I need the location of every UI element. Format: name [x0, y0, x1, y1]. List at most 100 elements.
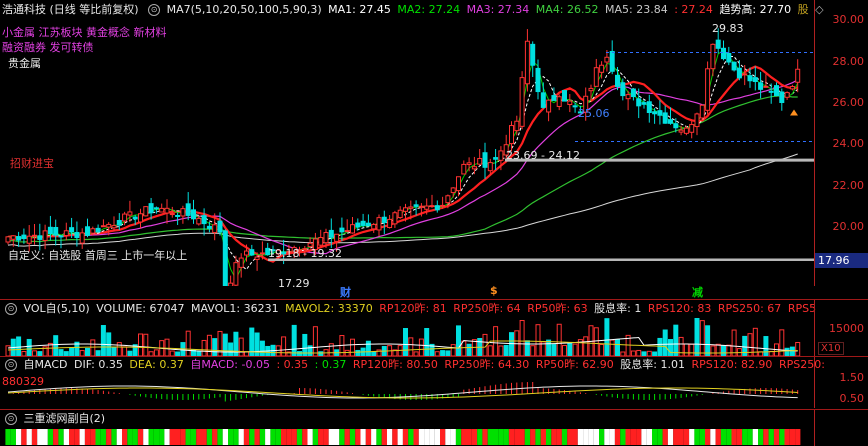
- filter-cell: [371, 429, 377, 445]
- filter-cell: [334, 429, 340, 445]
- candle-body: [434, 205, 440, 211]
- triple-filter-chart: [5, 429, 801, 445]
- macd-chart[interactable]: [0, 358, 814, 408]
- candle-body: [222, 230, 228, 286]
- ma-indicator-name[interactable]: MA7(5,10,20,50,100,5,90,3): [167, 3, 322, 16]
- filter-cell: [10, 429, 16, 445]
- volume-value: VOLUME: 67047: [96, 302, 185, 315]
- mid-price-tag: 25.06: [578, 107, 610, 120]
- filter-cell: [270, 429, 276, 445]
- candle-body: [238, 257, 244, 268]
- filter-cell: [100, 429, 107, 445]
- candle-body: [100, 225, 106, 228]
- candle-body: [111, 225, 117, 229]
- filter-cell: [212, 429, 218, 445]
- mavol2-value: MAVOL2: 33370: [285, 302, 373, 315]
- ma3-value: MA3: 27.34: [466, 3, 530, 16]
- candle-body: [418, 205, 424, 208]
- candle-body: [572, 105, 578, 108]
- settings-circle-icon[interactable]: ⊙: [148, 4, 161, 16]
- rp50-value: RP50昨: 63: [527, 302, 588, 315]
- candle-body: [408, 206, 414, 209]
- dividend-yield: 股息率: 1: [594, 302, 642, 315]
- volume-bar: [291, 324, 297, 356]
- filter-cell: [63, 429, 69, 445]
- candle-body: [63, 230, 69, 237]
- rps5-value: RPS5: [787, 302, 817, 315]
- triple-settings-icon[interactable]: ⊙: [5, 413, 17, 425]
- volume-bar: [111, 346, 117, 356]
- volume-bar: [715, 343, 721, 356]
- filter-cell: [312, 429, 319, 445]
- ma5-value: MA5: 23.84: [605, 3, 668, 16]
- filter-cell: [47, 429, 54, 445]
- event-dividend[interactable]: $: [490, 284, 498, 297]
- candle-body: [689, 124, 695, 133]
- candle-body: [106, 223, 112, 228]
- filter-cell: [482, 429, 488, 445]
- candle-body: [360, 220, 366, 226]
- filter-cell: [74, 429, 80, 445]
- ma6-value: : 27.24: [674, 3, 713, 16]
- candle-body: [381, 216, 387, 223]
- stock-title[interactable]: 浩通科技 (日线 等比前复权): [2, 3, 139, 16]
- filter-cell: [164, 429, 170, 445]
- filter-cell: [620, 429, 626, 445]
- volume-bar: [562, 344, 567, 356]
- volume-chart[interactable]: [0, 318, 814, 356]
- filter-cell: [228, 429, 234, 445]
- volume-bar: [699, 320, 705, 356]
- candle-body: [652, 111, 658, 115]
- volume-bar: [524, 340, 530, 356]
- low-price-label: 17.29: [278, 277, 310, 290]
- volume-bar: [450, 344, 456, 356]
- candle-body: [789, 86, 795, 90]
- price-chart[interactable]: [0, 18, 814, 286]
- ma3-line: [7, 49, 799, 281]
- candle-body: [175, 214, 181, 217]
- filter-cell: [408, 429, 414, 445]
- candle-body: [551, 95, 557, 101]
- candle-body: [47, 226, 53, 235]
- candle-body: [736, 67, 742, 79]
- volume-bar: [228, 342, 234, 356]
- filter-cell: [318, 429, 324, 445]
- candle-body: [371, 223, 377, 230]
- volume-title[interactable]: VOL自(5,10): [24, 302, 90, 315]
- gufang-label[interactable]: 股: [798, 3, 809, 16]
- filter-cell: [53, 429, 59, 445]
- volume-bar: [238, 337, 244, 356]
- candle-body: [228, 282, 234, 286]
- volume-bar: [726, 344, 732, 356]
- volume-bar: [710, 345, 716, 356]
- filter-cell: [296, 429, 303, 445]
- volume-bar: [143, 333, 149, 356]
- candle-body: [323, 232, 329, 244]
- price-axis-line: [814, 0, 815, 286]
- filter-cell: [493, 429, 499, 445]
- candle-body: [774, 85, 779, 97]
- candle-body: [328, 229, 334, 238]
- event-finance[interactable]: 财: [340, 284, 351, 300]
- diamond-icon[interactable]: ◇: [815, 3, 823, 16]
- candle-body: [148, 203, 154, 214]
- candle-body: [196, 217, 202, 225]
- filter-cell: [736, 429, 743, 445]
- filter-cell: [249, 429, 255, 445]
- volume-bar: [206, 334, 212, 356]
- volume-bar: [609, 339, 615, 356]
- filter-cell: [752, 429, 758, 445]
- volume-bar: [222, 333, 228, 356]
- volume-bar: [185, 330, 191, 356]
- volume-axis-label: 15000: [829, 322, 864, 335]
- event-reduce[interactable]: 减: [692, 284, 703, 300]
- filter-cell: [328, 429, 334, 445]
- volume-bar: [403, 328, 408, 356]
- filter-cell: [720, 429, 727, 445]
- filter-cell: [445, 429, 451, 445]
- triple-title[interactable]: 三重滤网副自(2): [24, 412, 106, 425]
- volume-settings-icon[interactable]: ⊙: [5, 303, 17, 315]
- volume-scale-badge: X10: [818, 342, 844, 355]
- candle-body: [116, 220, 122, 226]
- candle-body: [79, 232, 85, 244]
